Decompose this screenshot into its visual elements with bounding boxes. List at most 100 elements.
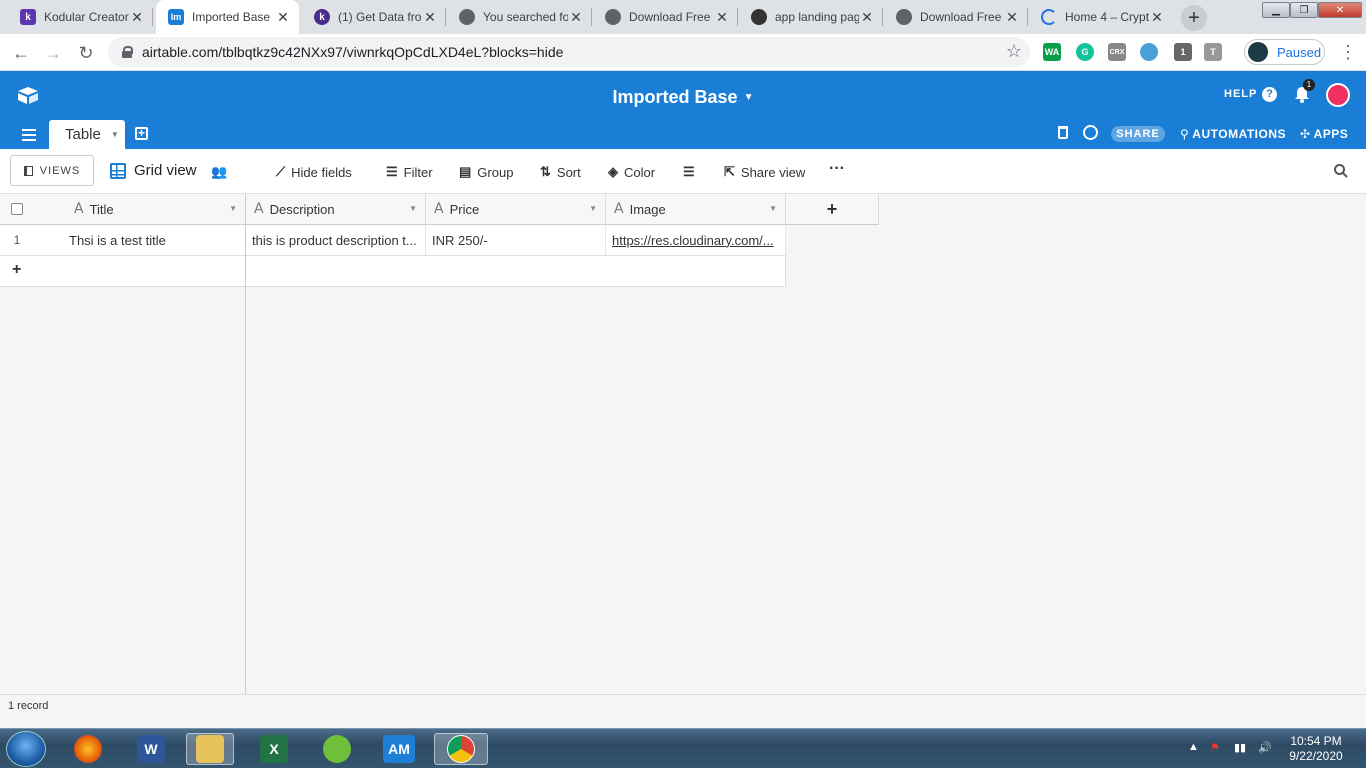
action-center-icon[interactable]: ⚑ xyxy=(1210,741,1220,754)
profile-button[interactable]: Paused xyxy=(1244,39,1325,65)
back-icon[interactable]: ← xyxy=(8,40,34,66)
cell-description[interactable]: this is product description t... xyxy=(246,225,426,256)
close-tab-icon[interactable]: ✕ xyxy=(568,9,584,26)
add-row-icon: + xyxy=(12,261,22,278)
minimize-button[interactable]: ▁ xyxy=(1262,2,1290,18)
image-url-link[interactable]: https://res.cloudinary.com/... xyxy=(612,233,774,248)
chevron-down-icon: ▼ xyxy=(110,130,119,139)
browser-tab[interactable]: k Kodular Creator ✕ xyxy=(8,0,153,34)
browser-tab[interactable]: k (1) Get Data from ✕ xyxy=(302,0,446,34)
chrome-taskbar-icon[interactable] xyxy=(434,733,488,765)
browser-tab[interactable]: Home 4 – Crypto ✕ xyxy=(1029,0,1173,34)
new-tab-button[interactable]: + xyxy=(1181,5,1207,31)
filter-button[interactable]: ☰ Filter xyxy=(386,164,433,180)
close-tab-icon[interactable]: ✕ xyxy=(422,9,438,26)
table-row[interactable]: 1 Thsi is a test title xyxy=(0,225,246,256)
base-name[interactable]: Imported Base ▼ xyxy=(0,87,1366,108)
sidebar-icon xyxy=(23,165,33,176)
address-bar[interactable]: airtable.com/tblbqtkz9c42NXx97/viwnrkqOp… xyxy=(108,37,1030,67)
close-tab-icon[interactable]: ✕ xyxy=(714,9,730,26)
hide-fields-button[interactable]: ⟋ Hide fields xyxy=(276,164,352,180)
close-tab-icon[interactable]: ✕ xyxy=(129,9,145,26)
text-field-icon: A xyxy=(74,201,84,217)
select-all-checkbox[interactable] xyxy=(11,203,23,215)
help-label[interactable]: HELP xyxy=(1224,88,1257,100)
close-tab-icon[interactable]: ✕ xyxy=(1004,9,1020,26)
chevron-down-icon[interactable]: ▼ xyxy=(589,204,597,213)
help-icon[interactable]: ? xyxy=(1262,87,1277,102)
sort-button[interactable]: ⇅ Sort xyxy=(540,164,581,180)
user-avatar[interactable] xyxy=(1326,83,1350,107)
whatsapp-extension-icon[interactable]: WA xyxy=(1043,43,1061,61)
notification-badge: 1 xyxy=(1303,79,1315,91)
trash-icon[interactable] xyxy=(1058,126,1068,139)
grammarly-extension-icon[interactable]: G xyxy=(1076,43,1094,61)
tab-table[interactable]: Table ▼ xyxy=(49,120,125,149)
cell-image[interactable]: https://res.cloudinary.com/... xyxy=(606,225,786,256)
chevron-down-icon[interactable]: ▼ xyxy=(229,204,237,213)
download-extension-icon[interactable]: 1 xyxy=(1174,43,1192,61)
browser-tab[interactable]: app landing page ✕ xyxy=(739,0,883,34)
text-extension-icon[interactable]: T xyxy=(1204,43,1222,61)
column-header-description[interactable]: A Description ▼ xyxy=(246,194,426,225)
close-window-button[interactable]: ✕ xyxy=(1318,2,1362,18)
hamburger-menu-icon[interactable] xyxy=(22,129,36,144)
show-hidden-icons[interactable]: ▲ xyxy=(1188,741,1199,753)
excel-taskbar-icon[interactable]: X xyxy=(250,733,298,765)
add-row-button[interactable]: + xyxy=(0,256,246,287)
close-tab-icon[interactable]: ✕ xyxy=(859,9,875,26)
history-icon[interactable] xyxy=(1083,125,1098,140)
browser-tab-active[interactable]: Im Imported Base ✕ xyxy=(156,0,299,34)
maximize-button[interactable]: ❐ xyxy=(1290,2,1318,18)
network-icon[interactable]: ▮▮ xyxy=(1234,741,1246,754)
automations-button[interactable]: ⚲ AUTOMATIONS xyxy=(1180,127,1286,141)
close-tab-icon[interactable]: ✕ xyxy=(275,9,291,26)
row-height-button[interactable]: ☰ xyxy=(683,164,701,180)
share-view-button[interactable]: ⇱ Share view xyxy=(724,164,805,180)
add-row-area[interactable] xyxy=(246,256,786,287)
reload-icon[interactable]: ↻ xyxy=(73,40,99,66)
views-button[interactable]: VIEWS xyxy=(10,155,94,186)
color-button[interactable]: ◈ Color xyxy=(608,164,655,180)
explorer-taskbar-icon[interactable] xyxy=(186,733,234,765)
globe-icon xyxy=(459,9,475,25)
globe-icon xyxy=(605,9,621,25)
column-header-price[interactable]: A Price ▼ xyxy=(426,194,606,225)
crx-extension-icon[interactable]: CRX xyxy=(1108,43,1126,61)
airtable-icon: Im xyxy=(168,9,184,25)
filter-icon: ☰ xyxy=(386,164,398,179)
browser-tab[interactable]: Download Free ✕ xyxy=(593,0,738,34)
collaborative-view-icon[interactable]: 👥 xyxy=(211,164,227,180)
browser-tab[interactable]: Download Free ✕ xyxy=(884,0,1028,34)
start-button[interactable] xyxy=(6,731,46,767)
more-options-icon[interactable]: ··· xyxy=(829,160,845,178)
browser-tab[interactable]: You searched for ✕ xyxy=(447,0,592,34)
column-header-image[interactable]: A Image ▼ xyxy=(606,194,786,225)
cell-title[interactable]: Thsi is a test title xyxy=(69,233,166,248)
chevron-down-icon[interactable]: ▼ xyxy=(409,204,417,213)
extension-icon[interactable] xyxy=(1140,43,1158,61)
system-clock[interactable]: 10:54 PM 9/22/2020 xyxy=(1284,734,1348,764)
appmaker-taskbar-icon[interactable]: AM xyxy=(375,733,423,765)
add-field-button[interactable]: + xyxy=(786,194,879,225)
column-header-title[interactable]: A Title ▼ xyxy=(0,194,246,225)
view-switcher[interactable]: Grid view xyxy=(110,162,197,179)
apps-button[interactable]: ✣ APPS xyxy=(1300,127,1348,141)
coreldraw-taskbar-icon[interactable] xyxy=(313,733,361,765)
forward-icon[interactable]: → xyxy=(40,40,66,66)
profile-avatar xyxy=(1248,42,1268,62)
firefox-taskbar-icon[interactable] xyxy=(64,733,112,765)
volume-icon[interactable]: 🔊 xyxy=(1258,741,1272,754)
search-icon[interactable] xyxy=(1334,164,1348,178)
close-tab-icon[interactable]: ✕ xyxy=(1149,9,1165,26)
bookmark-star-icon[interactable]: ☆ xyxy=(1006,41,1022,62)
share-button[interactable]: SHARE xyxy=(1111,126,1165,142)
share-view-icon: ⇱ xyxy=(724,164,735,179)
row-number: 1 xyxy=(13,233,21,247)
browser-menu-icon[interactable]: ⋮ xyxy=(1338,42,1358,62)
cell-price[interactable]: INR 250/- xyxy=(426,225,606,256)
chevron-down-icon[interactable]: ▼ xyxy=(769,204,777,213)
word-taskbar-icon[interactable]: W xyxy=(127,733,175,765)
add-table-icon[interactable]: + xyxy=(135,127,148,140)
group-button[interactable]: ▤ Group xyxy=(459,164,513,180)
